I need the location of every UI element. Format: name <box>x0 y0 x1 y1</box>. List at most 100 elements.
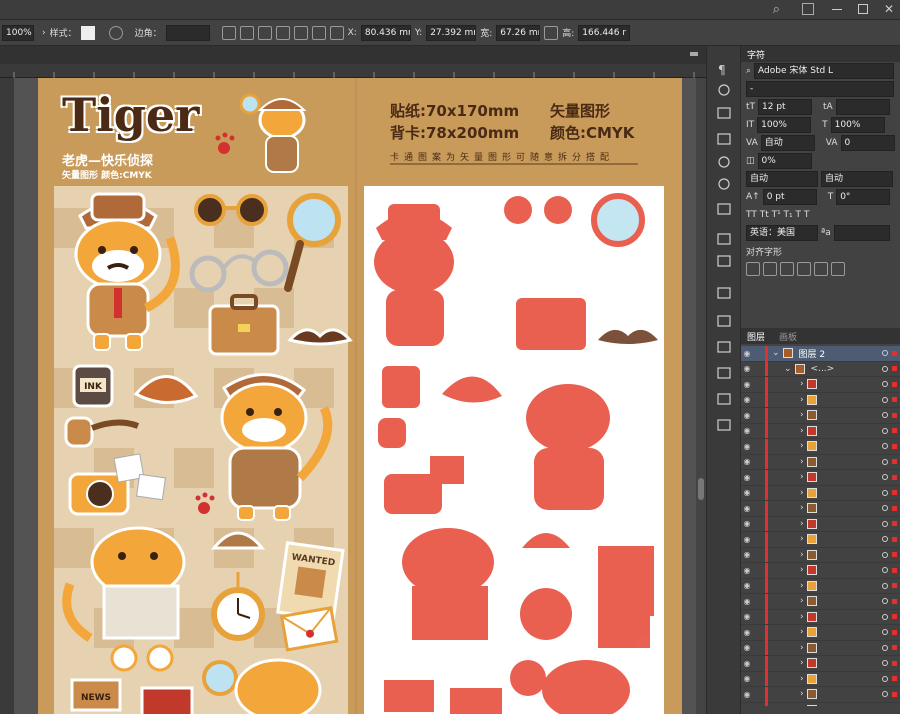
maximize-button[interactable] <box>858 4 868 14</box>
eye-icon[interactable]: ◉ <box>741 535 753 544</box>
sublayer-row[interactable]: ◉› <box>741 640 900 656</box>
target-icon[interactable] <box>882 458 888 465</box>
expand-chevron-icon[interactable]: › <box>800 410 804 420</box>
eye-icon[interactable]: ◉ <box>741 411 753 420</box>
sublayer-row[interactable]: ◉› <box>741 547 900 563</box>
glyph-align-6-icon[interactable] <box>831 262 845 276</box>
y-field[interactable]: 27.392 mm <box>426 24 477 41</box>
align-middle-icon[interactable] <box>311 25 326 40</box>
expand-chevron-icon[interactable]: › <box>800 426 804 436</box>
sublayer-row[interactable]: ◉› <box>741 671 900 687</box>
sublayer-row[interactable]: ◉› <box>741 655 900 672</box>
hscale-field[interactable]: 100% <box>830 117 885 133</box>
target-icon[interactable] <box>882 505 888 512</box>
target-icon[interactable] <box>882 551 888 558</box>
sublayer-row[interactable]: ◉› <box>741 686 900 703</box>
expand-chevron-icon[interactable]: › <box>800 379 804 389</box>
eye-icon[interactable]: ◉ <box>741 519 753 528</box>
glyph-align-1-icon[interactable] <box>746 262 760 276</box>
allcaps-icon[interactable]: TT Tt T¹ T₁ T T <box>746 210 809 220</box>
layer-row-top[interactable]: ◉ ⌄ 图层 2 <box>741 346 900 362</box>
baseline-field[interactable]: 0 pt <box>762 189 817 205</box>
sublayer-row[interactable]: ◉› <box>741 593 900 610</box>
group-row[interactable]: ◉ ⌄ <...> <box>741 361 900 377</box>
recolor-icon[interactable] <box>108 25 123 40</box>
glyph-align-4-icon[interactable] <box>797 262 811 276</box>
expand-chevron-icon[interactable]: › <box>800 643 804 653</box>
sublayer-row[interactable]: ◉› <box>741 485 900 501</box>
target-icon[interactable] <box>882 582 888 589</box>
target-icon[interactable] <box>882 613 888 620</box>
target-icon[interactable] <box>882 691 888 698</box>
layers-list[interactable]: ◉ ⌄ 图层 2 ◉ ⌄ <...> ◉ › ◉ › ◉ › ◉ › ◉ › ◉ › ◉ › ◉ › ◉ › ◉ › ◉… <box>741 346 900 706</box>
target-icon[interactable] <box>882 396 888 403</box>
sublayer-row[interactable]: ◉› <box>741 454 900 470</box>
expand-chevron-icon[interactable]: › <box>800 612 804 622</box>
char-panel-tab[interactable]: 字符 <box>741 46 900 62</box>
horizontal-ruler[interactable] <box>0 64 706 78</box>
sublayer-row[interactable]: ◉› <box>741 438 900 455</box>
expand-chevron-icon[interactable]: › <box>800 503 804 513</box>
expand-chevron-icon[interactable]: › <box>800 519 804 529</box>
sublayer-row[interactable]: ◉› <box>741 624 900 641</box>
sublayer-row[interactable]: ◉› <box>741 578 900 594</box>
aki-right-field[interactable]: 自动 <box>821 171 893 187</box>
kerning-field[interactable]: 自动 <box>760 135 815 151</box>
expand-chevron-icon[interactable]: › <box>800 596 804 606</box>
eye-icon[interactable]: ◉ <box>741 550 753 559</box>
expand-chevron-icon[interactable]: › <box>800 689 804 699</box>
group-name[interactable]: <...> <box>811 364 835 374</box>
eye-icon[interactable]: ◉ <box>741 566 753 575</box>
eye-icon[interactable]: ◉ <box>741 488 753 497</box>
aki-left-field[interactable]: 自动 <box>746 171 818 187</box>
target-icon[interactable] <box>882 365 888 372</box>
expand-chevron-icon[interactable]: › <box>800 441 804 451</box>
sublayer-row[interactable]: ◉› <box>741 392 900 408</box>
expand-chevron-icon[interactable]: › <box>800 581 804 591</box>
eye-icon[interactable]: ◉ <box>741 380 753 389</box>
expand-chevron-icon[interactable]: › <box>800 534 804 544</box>
style-swatch[interactable] <box>80 25 95 40</box>
artboard-canvas[interactable]: INK WANTED NEWS Tiger 老虎—快乐侦探 矢量图形 颜色:CM… <box>14 78 706 714</box>
close-button[interactable]: ✕ <box>884 2 894 16</box>
sublayer-row[interactable]: ◉› <box>741 516 900 532</box>
artboard[interactable]: INK WANTED NEWS Tiger 老虎—快乐侦探 矢量图形 颜色:CM… <box>38 78 682 714</box>
align-bottom-icon[interactable] <box>329 25 344 40</box>
expand-chevron-icon[interactable]: › <box>800 488 804 498</box>
workspace-icon[interactable] <box>802 3 814 15</box>
target-icon[interactable] <box>882 489 888 496</box>
eye-icon[interactable]: ◉ <box>741 659 753 668</box>
align-top-icon[interactable] <box>293 25 308 40</box>
vertical-ruler[interactable] <box>0 78 14 714</box>
sublayer-row[interactable]: ◉› <box>741 500 900 517</box>
aa-field[interactable] <box>833 225 890 241</box>
target-icon[interactable] <box>882 660 888 667</box>
align-right-icon[interactable] <box>275 25 290 40</box>
eye-icon[interactable]: ◉ <box>741 457 753 466</box>
h-field[interactable]: 166.446 r <box>578 24 631 41</box>
sublayer-row[interactable]: ◉› <box>741 423 900 439</box>
eye-icon[interactable]: ◉ <box>741 674 753 683</box>
target-icon[interactable] <box>882 644 888 651</box>
eye-icon[interactable]: ◉ <box>741 349 753 358</box>
expand-chevron-icon[interactable]: › <box>800 550 804 560</box>
scroll-thumb[interactable] <box>698 478 704 500</box>
rotation-field[interactable]: 0° <box>836 189 891 205</box>
expand-chevron-icon[interactable]: › <box>800 705 804 706</box>
target-icon[interactable] <box>882 412 888 419</box>
w-field[interactable]: 67.26 mm <box>496 24 541 41</box>
expand-chevron-icon[interactable]: › <box>800 457 804 467</box>
eye-icon[interactable]: ◉ <box>741 628 753 637</box>
glyph-align-5-icon[interactable] <box>814 262 828 276</box>
sublayer-row[interactable]: ◉› <box>741 562 900 579</box>
target-icon[interactable] <box>882 443 888 450</box>
eye-icon[interactable]: ◉ <box>741 442 753 451</box>
eye-icon[interactable]: ◉ <box>741 426 753 435</box>
target-icon[interactable] <box>882 675 888 682</box>
leading-field[interactable] <box>835 99 890 115</box>
expand-chevron-icon[interactable]: › <box>800 472 804 482</box>
tab-artboards[interactable]: 画板 <box>779 330 797 343</box>
expand-chevron-icon[interactable]: › <box>800 627 804 637</box>
minimize-button[interactable] <box>832 9 842 10</box>
align-center-icon[interactable] <box>257 25 272 40</box>
